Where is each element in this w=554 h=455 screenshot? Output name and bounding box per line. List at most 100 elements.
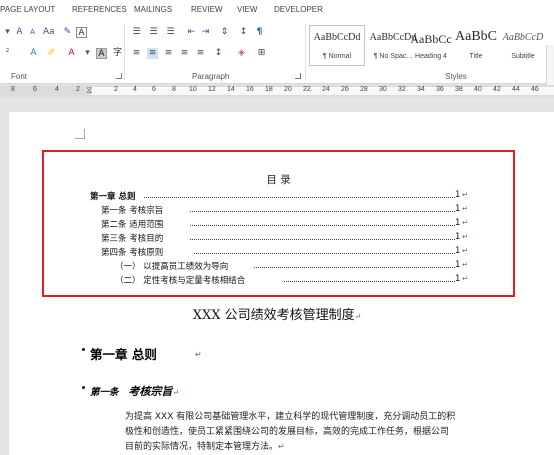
toc-entry[interactable]: 第一条 考核宗旨 1 ↵ [44, 204, 513, 216]
heading-bullet-icon [82, 348, 85, 351]
shrink-font-icon[interactable]: A [27, 27, 38, 38]
numbering-icon[interactable]: ☰ [148, 27, 159, 38]
paragraph-group-label: Paragraph [192, 72, 230, 81]
paragraph-mark: ↵ [462, 274, 469, 283]
bullets-icon[interactable]: ☰ [131, 27, 142, 38]
tab-view[interactable]: VIEW [237, 5, 257, 14]
paragraph-mark: ↵ [462, 204, 469, 213]
style-title[interactable]: AaBbC Title [451, 25, 501, 66]
ruler-number: 22 [303, 86, 311, 93]
toc-entry-text: 第二条 适用范围 [101, 218, 165, 230]
clear-formatting-icon[interactable]: ✎ [62, 27, 73, 38]
ruler-number: 6 [152, 86, 156, 93]
increase-indent-icon[interactable]: ⇥ [200, 27, 211, 38]
paragraph-mark: ↵ [462, 232, 469, 241]
highlight-color-icon[interactable]: ✐ [46, 48, 57, 59]
ruler-number: 2 [76, 86, 80, 93]
borders-icon[interactable]: ⊞ [256, 48, 267, 59]
toc-leader [190, 211, 455, 212]
chinese-layout-icon[interactable]: ⇕ [219, 27, 230, 38]
toc-entry[interactable]: 第一章 总则 1 ↵ [44, 190, 513, 202]
ruler-number: 10 [189, 86, 197, 93]
styles-group-label: Styles [445, 72, 467, 81]
text-effects-icon[interactable]: A [28, 48, 39, 59]
ruler-number: 16 [246, 86, 254, 93]
toc-entry[interactable]: （二） 定性考核与定量考核相结合 1 ↵ [44, 274, 513, 286]
ruler-number: 14 [227, 86, 235, 93]
paragraph-dialog-launcher-icon[interactable] [295, 73, 301, 79]
style-sample: AaBbCcDd [313, 32, 361, 43]
group-divider [305, 24, 306, 80]
ribbon: ▾ A A Aa ✎ A ² A ✐ A ▾ A 字 Font ☰ ☰ ☰ ⇤ … [0, 20, 554, 85]
toc-entry[interactable]: 第三条 考核目的 1 ↵ [44, 232, 513, 244]
tab-references[interactable]: REFERENCES [72, 5, 127, 14]
toc-leader [194, 253, 455, 254]
ruler-number: 8 [11, 86, 15, 93]
toc-page-number: 1 [455, 190, 461, 200]
ruler-number: 8 [172, 86, 176, 93]
ruler-number: 32 [398, 86, 406, 93]
grow-font-icon[interactable]: A [14, 27, 25, 38]
toc-leader [144, 197, 455, 198]
multilevel-list-icon[interactable]: ☰ [165, 27, 176, 38]
ruler-number: 28 [360, 86, 368, 93]
change-case-icon[interactable]: Aa [43, 27, 55, 38]
body-text-line-content: 目前的实际情况，特制定本管理方法。 [125, 442, 279, 452]
ruler-number: 42 [493, 86, 501, 93]
line-spacing-icon[interactable]: ↕ [213, 48, 224, 59]
paragraph-mark: ↵ [354, 312, 362, 321]
character-border-icon[interactable]: A [76, 27, 87, 38]
style-normal[interactable]: AaBbCcDd ¶ Normal [309, 25, 365, 66]
paragraph-mark: ↵ [462, 218, 469, 227]
enclose-character-icon[interactable]: A [96, 48, 107, 59]
styles-gallery-scroll[interactable] [546, 45, 554, 85]
body-text-line: 目前的实际情况，特制定本管理方法。↵ [125, 439, 285, 452]
ruler-number: 2 [114, 86, 118, 93]
style-subtitle[interactable]: AaBbCcD Subtitle [500, 25, 546, 66]
tab-page-layout[interactable]: PAGE LAYOUT [0, 5, 55, 14]
phonetic-guide-icon[interactable]: 字 [112, 48, 123, 59]
toc-entry[interactable]: 第二条 适用范围 1 ↵ [44, 218, 513, 230]
ruler-number: 12 [208, 86, 216, 93]
font-size-dropdown-icon[interactable]: ▾ [2, 27, 13, 38]
superscript-icon[interactable]: ² [2, 48, 13, 59]
ruler-number: 24 [322, 86, 330, 93]
paragraph-mark: ↵ [462, 246, 469, 255]
sort-icon[interactable]: ↕ [238, 27, 249, 38]
table-of-contents[interactable]: 目 录 第一章 总则 1 ↵ 第一条 考核宗旨 1 ↵ 第二条 适用范围 1 ↵… [42, 150, 515, 297]
tab-mailings[interactable]: MAILINGS [134, 5, 172, 14]
distributed-icon[interactable]: ≡ [195, 48, 206, 59]
tab-review[interactable]: REVIEW [191, 5, 223, 14]
toc-entry-text: 第一条 考核宗旨 [101, 204, 165, 216]
toc-title: 目 录 [266, 174, 291, 186]
toc-entry-text: 第三条 考核目的 [101, 232, 165, 244]
font-dialog-launcher-icon[interactable] [116, 73, 122, 79]
toc-leader [190, 225, 455, 226]
align-center-icon[interactable]: ≡ [147, 48, 158, 59]
ruler-number: 4 [133, 86, 137, 93]
toc-leader [284, 281, 455, 282]
toc-entry-text: 第一章 总则 [90, 190, 137, 202]
indent-marker-icon[interactable]: ⧖ [86, 85, 92, 97]
ruler-number: 34 [417, 86, 425, 93]
align-right-icon[interactable]: ≡ [163, 48, 174, 59]
style-sample: AaBbC [455, 29, 497, 44]
font-color-icon[interactable]: A [66, 48, 77, 59]
horizontal-ruler[interactable]: ⧖ 8 6 4 2 2 4 6 8 10 12 14 16 18 20 22 2… [0, 85, 554, 97]
justify-icon[interactable]: ≡ [179, 48, 190, 59]
toc-entry[interactable]: 第四条 考核原则 1 ↵ [44, 246, 513, 258]
ruler-number: 40 [474, 86, 482, 93]
decrease-indent-icon[interactable]: ⇤ [186, 27, 197, 38]
style-sample: AaBbCc [410, 32, 452, 46]
toc-page-number: 1 [455, 204, 461, 214]
group-divider [124, 24, 125, 80]
paragraph-mark: ↵ [462, 260, 469, 269]
show-formatting-marks-icon[interactable]: ¶ [254, 27, 265, 38]
font-group-label: Font [11, 72, 28, 81]
align-left-icon[interactable]: ≡ [131, 48, 142, 59]
tab-developer[interactable]: DEVELOPER [274, 5, 323, 14]
article-heading: 第一条 考核宗旨↵ [90, 383, 179, 399]
character-shading-icon[interactable]: ▾ [82, 48, 93, 59]
shading-icon[interactable]: ◈ [236, 48, 247, 59]
toc-entry[interactable]: （一） 以提高员工绩效为导向 1 ↵ [44, 260, 513, 272]
